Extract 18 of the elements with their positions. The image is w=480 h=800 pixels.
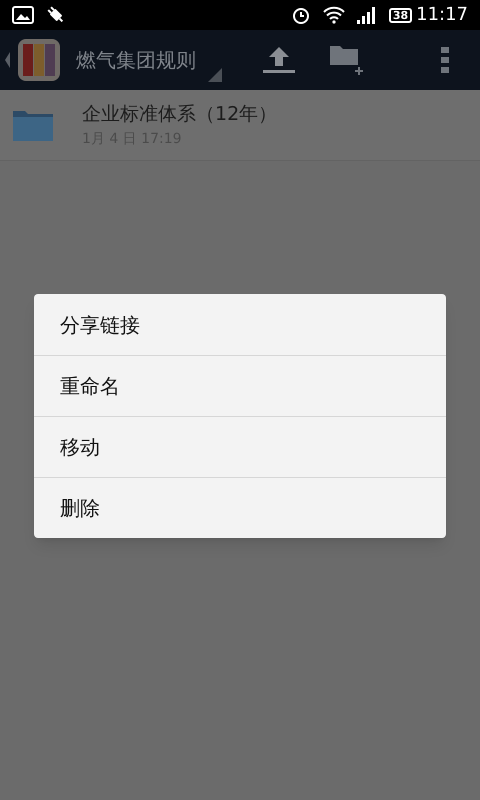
signal-icon — [356, 6, 377, 24]
dropdown-corner-icon — [208, 68, 222, 82]
clock: 11:17 — [416, 6, 468, 24]
menu-item[interactable]: 移动 — [34, 416, 446, 477]
menu-item[interactable]: 删除 — [34, 477, 446, 538]
upload-icon — [263, 46, 295, 74]
folder-icon — [12, 108, 54, 142]
file-name: 企业标准体系（12年） — [82, 102, 278, 128]
battery-level: 38 — [388, 8, 412, 22]
menu-item[interactable]: 重命名 — [34, 355, 446, 416]
folder-title: 燃气集团规则 — [76, 47, 196, 74]
wifi-icon — [322, 6, 345, 24]
picture-icon — [12, 6, 34, 24]
plug-icon — [46, 5, 66, 25]
more-icon — [441, 47, 449, 73]
menu-item[interactable]: 分享链接 — [34, 294, 446, 355]
alarm-icon — [290, 5, 311, 25]
binders-icon — [4, 39, 60, 81]
